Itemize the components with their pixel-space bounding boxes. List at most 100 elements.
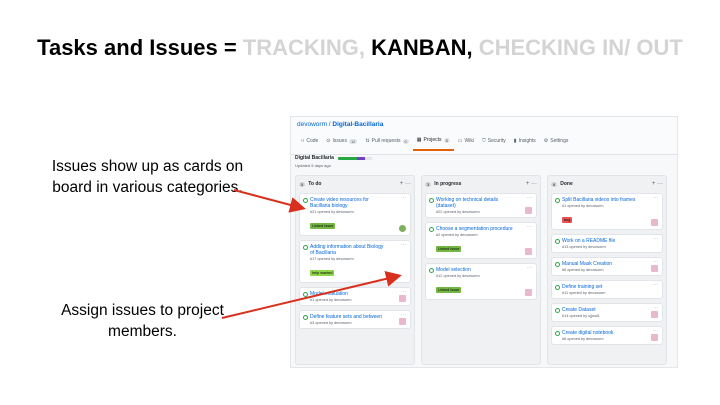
card-menu-icon[interactable]: ··· (653, 236, 658, 242)
issue-meta: #3 opened by devoworm (310, 321, 352, 325)
issue-title[interactable]: Model selection (429, 267, 533, 273)
column-actions[interactable]: + ··· (526, 181, 537, 187)
issue-meta: #11 opened by devoworm (562, 291, 606, 295)
tab-label: Insights (518, 138, 536, 144)
card-menu-icon[interactable]: ··· (527, 265, 532, 271)
issue-card[interactable]: Working on technical details (dataset) #… (425, 193, 537, 218)
card-menu-icon[interactable]: ··· (401, 195, 406, 201)
issue-title[interactable]: Choose a segmentation procedure (429, 226, 533, 232)
avatar[interactable] (525, 207, 532, 214)
tab-security[interactable]: ⛉ Security (478, 137, 510, 151)
card-menu-icon[interactable]: ··· (527, 195, 532, 201)
issue-title[interactable]: Define feature sets and between (303, 314, 407, 320)
tab-settings[interactable]: ⚙ Settings (540, 137, 573, 151)
card-menu-icon[interactable]: ··· (653, 195, 658, 201)
issue-title[interactable]: Work on a README file (555, 238, 659, 244)
issue-card[interactable]: Split Bacillaria videos into frames #1 o… (551, 193, 663, 230)
issue-title[interactable]: Create video resources for Bacillaria bi… (303, 197, 407, 209)
issue-card[interactable]: Manual Mask Creation #6 opened by devowo… (551, 257, 663, 276)
avatar[interactable] (525, 248, 532, 255)
tab-projects[interactable]: ▦ Projects 3 (412, 137, 454, 151)
column-name: Done (560, 181, 573, 187)
issue-card[interactable]: Create digital notebook #6 opened by dev… (551, 326, 663, 345)
issue-meta: #2 opened by devoworm (436, 233, 478, 237)
column-name: In progress (434, 181, 462, 187)
issue-card[interactable]: Choose a segmentation procedure #2 opene… (425, 222, 537, 259)
column-count: 3 (425, 181, 432, 187)
issue-title[interactable]: Split Bacillaria videos into frames (555, 197, 659, 203)
tab-pull-requests[interactable]: ⇅ Pull requests 0 (361, 137, 412, 151)
repo-breadcrumb[interactable]: devoworm / Digital-Bacillaria (297, 121, 383, 128)
shield-icon: ⛉ (481, 138, 486, 144)
github-project-screenshot: devoworm / Digital-Bacillaria ‹› Code ⊙ Is… (290, 116, 678, 368)
issue-card[interactable]: Model selection #12 opened by devoworm L… (425, 263, 537, 300)
card-menu-icon[interactable]: ··· (527, 224, 532, 230)
project-progress-bar (337, 156, 372, 160)
issue-label[interactable]: help wanted (310, 270, 335, 276)
issue-title[interactable]: Working on technical details (dataset) (429, 197, 533, 209)
kanban-board: 5 To do + ··· Create video resources for… (295, 175, 667, 365)
issue-label[interactable]: Linked Issue (436, 287, 462, 293)
issue-card[interactable]: Create video resources for Bacillaria bi… (299, 193, 411, 236)
column-header: 6 Done + ··· (551, 179, 663, 189)
tab-label: Projects (423, 137, 442, 143)
tab-label: Issues (332, 138, 347, 144)
tab-label: Code (306, 138, 319, 144)
issue-meta: #21 opened by devoworm (310, 210, 354, 214)
tab-count: 12 (348, 138, 358, 144)
issue-title[interactable]: Define training set (555, 284, 659, 290)
column-in-progress: 3 In progress + ··· Working on technical… (421, 175, 541, 365)
slide-title: Tasks and Issues = TRACKING, KANBAN, CHE… (20, 34, 700, 62)
column-name: To do (308, 181, 322, 187)
issue-meta: #22 opened by devoworm (436, 210, 480, 214)
avatar[interactable] (399, 225, 406, 232)
column-actions[interactable]: + ··· (400, 181, 411, 187)
card-menu-icon[interactable]: ··· (653, 282, 658, 288)
project-icon: ▦ (416, 137, 422, 143)
issue-title[interactable]: Manual Mask Creation (555, 261, 659, 267)
avatar[interactable] (651, 311, 658, 318)
avatar[interactable] (651, 219, 658, 226)
card-menu-icon[interactable]: ··· (401, 242, 406, 248)
issue-meta: #6 opened by devoworm (562, 268, 604, 272)
avatar[interactable] (651, 265, 658, 272)
project-title: Digital Bacillaria (295, 155, 372, 161)
project-updated: Updated 5 days ago (295, 163, 331, 168)
repo-tabs: ‹› Code ⊙ Issues 12 ⇅ Pull requests 0 ▦ Projec… (297, 137, 572, 151)
issue-title[interactable]: Create Dataset (555, 307, 659, 313)
issue-meta: #13 opened by devoworm (562, 245, 606, 249)
issue-title[interactable]: Adding information about Biology of Baci… (303, 244, 407, 256)
tab-issues[interactable]: ⊙ Issues 12 (322, 137, 361, 151)
column-actions[interactable]: + ··· (652, 181, 663, 187)
issue-meta: #14 opened by ujjwal1 (562, 314, 600, 318)
tab-code[interactable]: ‹› Code (297, 137, 322, 151)
issue-card[interactable]: Adding information about Biology of Baci… (299, 240, 411, 283)
note-assign-issues: Assign issues to project members. (61, 302, 224, 340)
tab-count: 3 (443, 137, 450, 143)
tab-insights[interactable]: ▮ Insights (510, 137, 540, 151)
tab-wiki[interactable]: ▭ Wiki (454, 137, 478, 151)
progress-done-segment (337, 156, 357, 160)
issue-title[interactable]: Model evaluation (303, 291, 407, 297)
issue-card[interactable]: Create Dataset #14 opened by ujjwal1 ··· (551, 303, 663, 322)
issue-card[interactable]: Model evaluation #1 opened by devoworm ·… (299, 287, 411, 306)
project-name: Digital Bacillaria (295, 155, 334, 161)
issue-card[interactable]: Define feature sets and between #3 opene… (299, 310, 411, 329)
avatar[interactable] (399, 295, 406, 302)
repo-name[interactable]: Digital-Bacillaria (332, 121, 383, 128)
avatar[interactable] (399, 318, 406, 325)
issue-card[interactable]: Work on a README file #13 opened by devo… (551, 234, 663, 253)
issue-meta: #1 opened by devoworm (562, 204, 604, 208)
repo-owner[interactable]: devoworm (297, 121, 327, 128)
progress-in-progress-segment (356, 156, 366, 160)
avatar[interactable] (525, 289, 532, 296)
issue-label[interactable]: Linked Issue (310, 223, 336, 229)
column-done: 6 Done + ··· Split Bacillaria videos int… (547, 175, 667, 365)
issue-card[interactable]: Define training set #11 opened by devowo… (551, 280, 663, 299)
issue-label[interactable]: Linked Issue (436, 246, 462, 252)
avatar[interactable] (651, 334, 658, 341)
issue-title[interactable]: Create digital notebook (555, 330, 659, 336)
tab-count: 0 (402, 138, 409, 144)
issue-label[interactable]: bug (562, 217, 573, 223)
tab-label: Wiki (464, 138, 474, 144)
